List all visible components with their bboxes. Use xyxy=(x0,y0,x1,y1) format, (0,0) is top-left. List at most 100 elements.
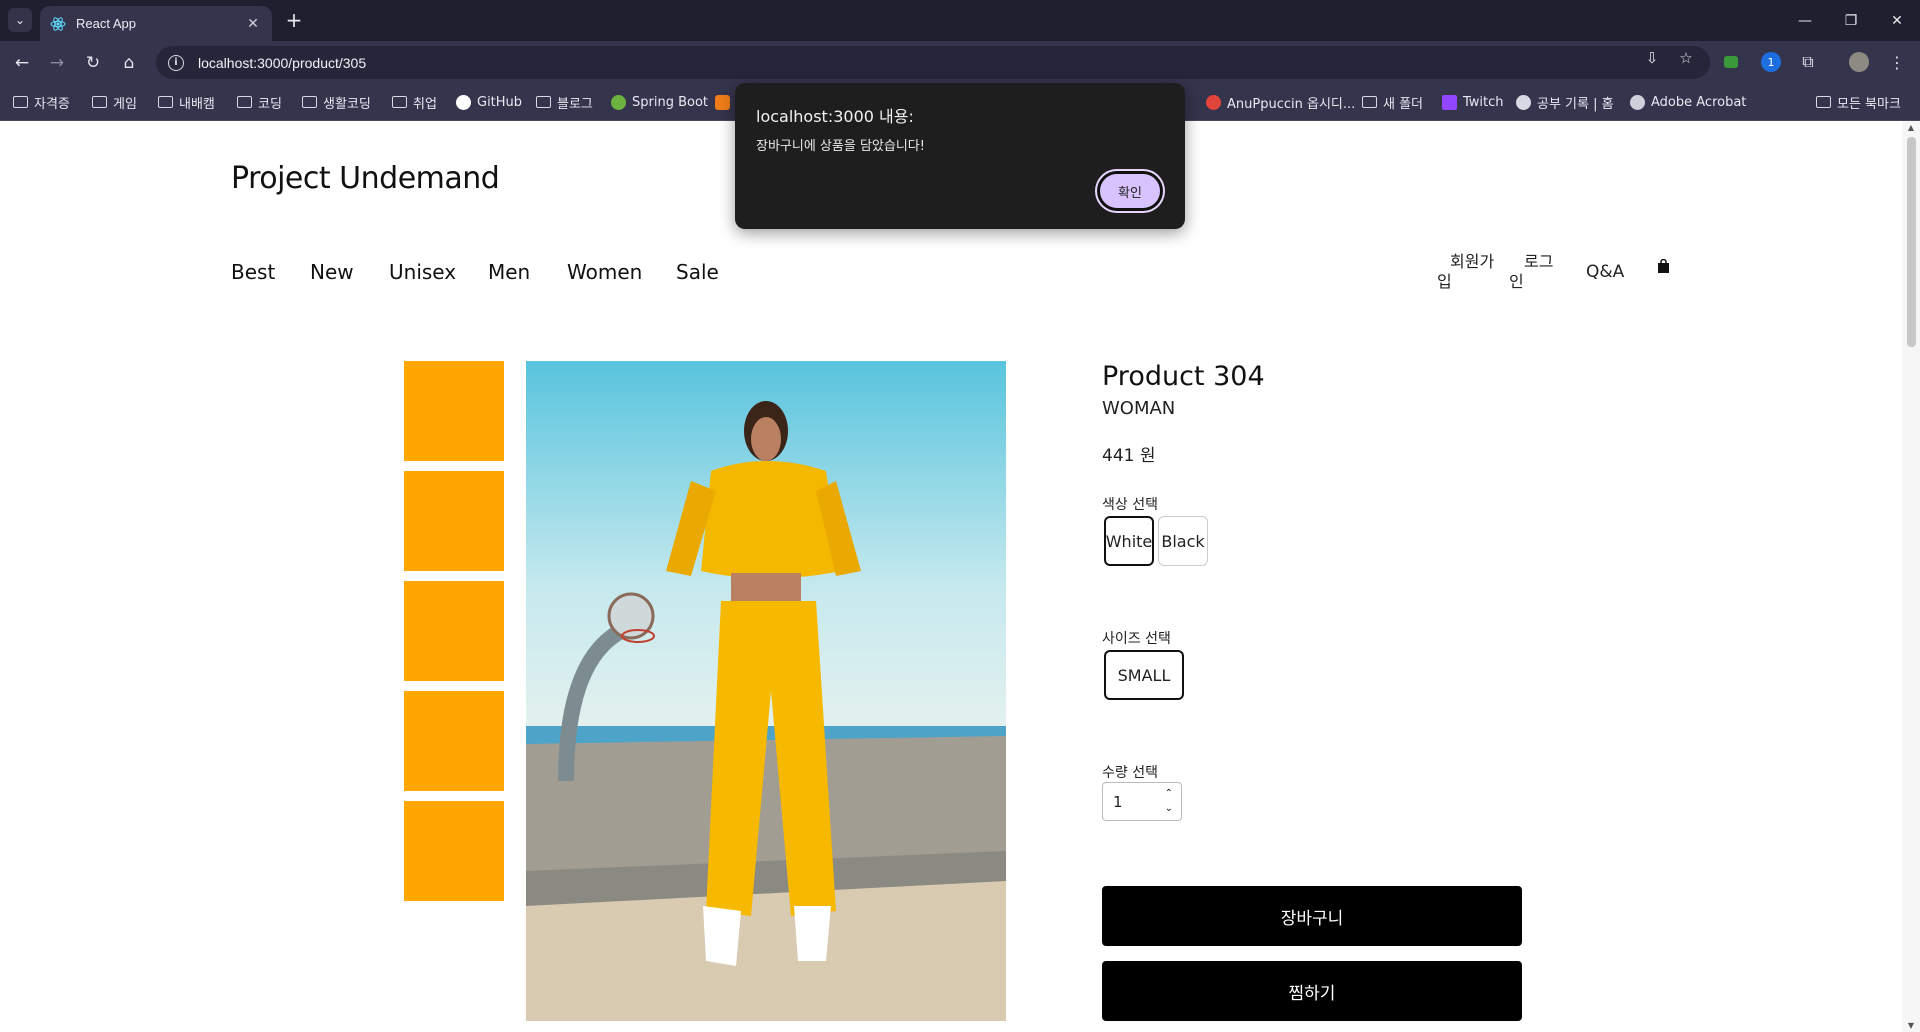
alert-dialog: localhost:3000 내용: 장바구니에 상품을 담았습니다! 확인 xyxy=(735,83,1185,229)
extension-blue-icon[interactable]: 1 xyxy=(1761,52,1781,72)
color-option-white[interactable]: White xyxy=(1104,516,1154,566)
bookmark-cube[interactable] xyxy=(715,92,736,112)
nav-best[interactable]: Best xyxy=(231,260,275,284)
menu-kebab-icon[interactable]: ⋮ xyxy=(1887,52,1907,72)
product-thumbnail[interactable] xyxy=(404,361,504,461)
minimize-icon[interactable]: — xyxy=(1782,0,1828,41)
product-thumbnail[interactable] xyxy=(404,471,504,571)
react-icon xyxy=(50,16,66,31)
alert-ok-button[interactable]: 확인 xyxy=(1097,171,1163,211)
product-thumbnail[interactable] xyxy=(404,581,504,681)
bookmark-folder[interactable]: 블로그 xyxy=(536,92,593,112)
browser-tab-strip: ⌄ React App ✕ + — ❐ ✕ xyxy=(0,0,1920,41)
bookmark-folder[interactable]: 취업 xyxy=(392,92,437,112)
url-text[interactable]: localhost:3000/product/305 xyxy=(198,55,366,71)
window-close-icon[interactable]: ✕ xyxy=(1874,0,1920,41)
login-line1: 로그 xyxy=(1524,252,1554,271)
bookmark-adobe[interactable]: Adobe Acrobat xyxy=(1630,92,1746,112)
product-thumbnail[interactable] xyxy=(404,691,504,791)
product-category: WOMAN xyxy=(1102,398,1176,419)
login-link[interactable]: 로그 인 xyxy=(1509,252,1553,292)
new-tab-plus-icon[interactable]: + xyxy=(282,9,306,33)
scroll-down-icon[interactable]: ▼ xyxy=(1906,1021,1916,1030)
product-main-image xyxy=(526,361,1006,1021)
folder-icon xyxy=(302,96,317,108)
nav-new[interactable]: New xyxy=(310,260,354,284)
extension-green-icon[interactable] xyxy=(1724,56,1738,68)
spin-arrows-icon[interactable]: ⌃ ⌄ xyxy=(1165,786,1173,816)
nav-unisex[interactable]: Unisex xyxy=(389,260,456,284)
size-option-small[interactable]: SMALL xyxy=(1104,650,1184,700)
shopping-bag-icon[interactable] xyxy=(1657,258,1670,279)
notion-icon xyxy=(1516,94,1531,110)
bookmark-folder[interactable]: 코딩 xyxy=(237,92,282,112)
size-select-label: 사이즈 선택 xyxy=(1102,631,1171,647)
all-bookmarks-folder[interactable]: 모든 북마크 xyxy=(1816,92,1901,112)
bookmark-twitch[interactable]: Twitch xyxy=(1442,92,1504,112)
bookmark-folder[interactable]: 새 폴더 xyxy=(1362,92,1423,112)
wishlist-button[interactable]: 찜하기 xyxy=(1102,961,1522,1021)
reload-icon[interactable]: ↻ xyxy=(79,49,107,77)
cube-icon xyxy=(715,94,730,110)
back-arrow-icon[interactable]: ← xyxy=(8,49,36,77)
anuppuccin-icon xyxy=(1206,94,1221,110)
scroll-up-icon[interactable]: ▲ xyxy=(1906,123,1916,132)
bookmark-folder[interactable]: 자격증 xyxy=(13,92,70,112)
tab-search-chevron-icon[interactable]: ⌄ xyxy=(8,8,32,32)
web-page: Project Undemand Best New Unisex Men Wom… xyxy=(0,121,1902,1032)
quantity-stepper[interactable]: 1 ⌃ ⌄ xyxy=(1102,782,1182,821)
bookmark-study-log[interactable]: 공부 기록 | 홈 xyxy=(1516,92,1614,112)
page-scrollbar[interactable]: ▲ ▼ xyxy=(1902,121,1920,1032)
home-icon[interactable]: ⌂ xyxy=(115,49,143,77)
product-price: 441 원 xyxy=(1102,446,1156,466)
forward-arrow-icon[interactable]: → xyxy=(43,49,71,77)
github-icon xyxy=(456,94,471,110)
bookmark-github[interactable]: GitHub xyxy=(456,92,522,112)
quantity-label: 수량 선택 xyxy=(1102,765,1158,781)
bookmark-folder[interactable]: 생활코딩 xyxy=(302,92,371,112)
close-tab-icon[interactable]: ✕ xyxy=(244,16,262,32)
nav-sale[interactable]: Sale xyxy=(676,260,719,284)
bookmark-folder[interactable]: 게임 xyxy=(92,92,137,112)
product-title: Product 304 xyxy=(1102,361,1265,392)
bookmark-folder[interactable]: 내배캠 xyxy=(158,92,215,112)
globe-icon xyxy=(1630,94,1645,110)
nav-women[interactable]: Women xyxy=(567,260,642,284)
qa-link[interactable]: Q&A xyxy=(1586,262,1624,282)
folder-icon xyxy=(92,96,107,108)
folder-icon xyxy=(13,96,28,108)
folder-icon xyxy=(158,96,173,108)
folder-icon xyxy=(237,96,252,108)
folder-icon xyxy=(536,96,551,108)
folder-icon xyxy=(392,96,407,108)
install-app-icon[interactable]: ⇩ xyxy=(1642,48,1662,68)
scrollbar-thumb[interactable] xyxy=(1907,137,1916,347)
login-line2: 인 xyxy=(1509,272,1524,291)
alert-message: 장바구니에 상품을 담았습니다! xyxy=(756,139,925,154)
color-option-black[interactable]: Black xyxy=(1158,516,1208,566)
site-logo[interactable]: Project Undemand xyxy=(231,161,500,196)
restore-icon[interactable]: ❐ xyxy=(1828,0,1874,41)
extensions-puzzle-icon[interactable]: ⧉ xyxy=(1798,52,1818,72)
tab-title: React App xyxy=(76,16,136,31)
add-to-cart-button[interactable]: 장바구니 xyxy=(1102,886,1522,946)
quantity-value: 1 xyxy=(1113,792,1123,811)
address-bar[interactable]: i localhost:3000/product/305 xyxy=(156,46,1710,79)
spring-icon xyxy=(611,94,626,110)
signup-link[interactable]: 회원가 입 xyxy=(1437,252,1494,292)
bookmark-star-icon[interactable]: ☆ xyxy=(1676,48,1696,68)
browser-tab[interactable]: React App ✕ xyxy=(40,6,272,41)
twitch-icon xyxy=(1442,94,1457,110)
browser-toolbar: ← → ↻ ⌂ i localhost:3000/product/305 ⇩ ☆ xyxy=(0,41,1920,83)
product-thumbnail[interactable] xyxy=(404,801,504,901)
signup-line1: 회원가 xyxy=(1450,252,1495,271)
profile-avatar-icon[interactable] xyxy=(1849,52,1869,72)
signup-line2: 입 xyxy=(1437,272,1452,291)
bookmark-anuppuccin[interactable]: AnuPpuccin 옵시디... xyxy=(1206,92,1355,112)
folder-icon xyxy=(1816,96,1831,108)
alert-title: localhost:3000 내용: xyxy=(756,107,914,126)
nav-men[interactable]: Men xyxy=(488,260,530,284)
color-select-label: 색상 선택 xyxy=(1102,497,1158,513)
bookmark-spring-boot[interactable]: Spring Boot xyxy=(611,92,708,112)
site-info-icon[interactable]: i xyxy=(168,54,184,71)
